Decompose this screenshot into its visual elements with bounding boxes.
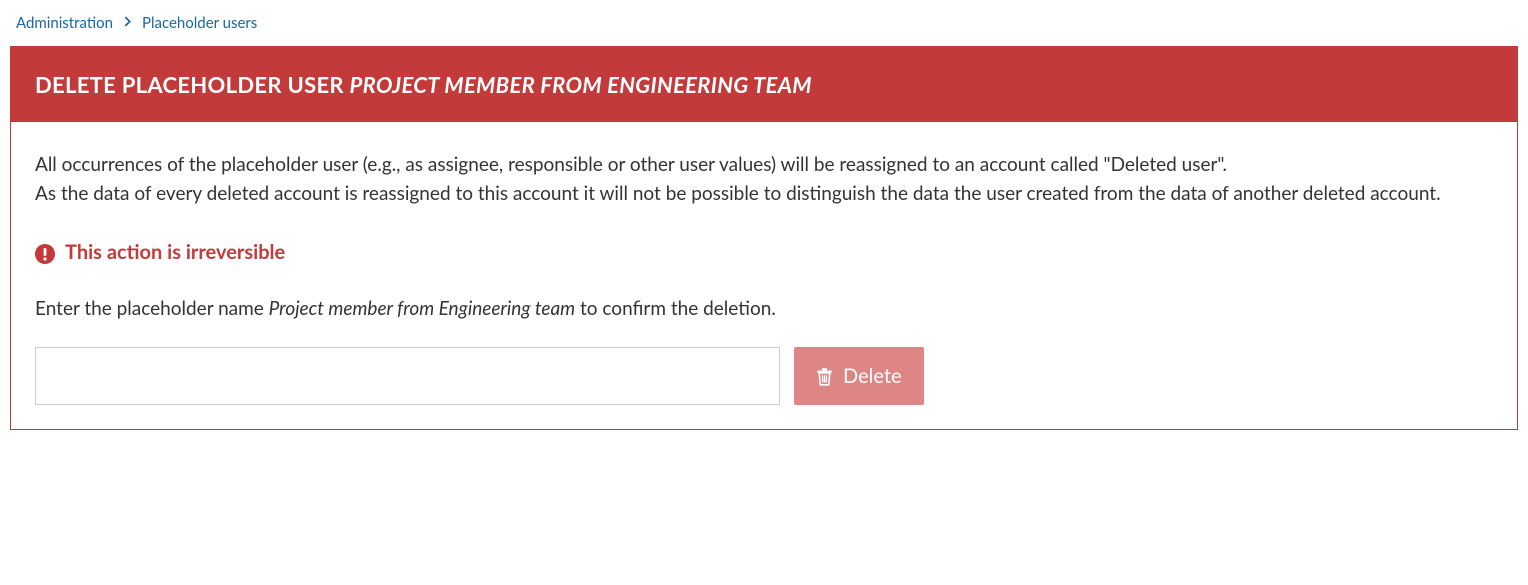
panel-description: All occurrences of the placeholder user … <box>35 150 1493 209</box>
confirm-name: Project member from Engineering team <box>269 297 575 320</box>
confirm-input[interactable] <box>35 347 780 405</box>
panel-title-prefix: DELETE PLACEHOLDER USER <box>35 71 349 98</box>
delete-panel: DELETE PLACEHOLDER USER PROJECT MEMBER F… <box>10 46 1518 430</box>
panel-header: DELETE PLACEHOLDER USER PROJECT MEMBER F… <box>11 47 1517 122</box>
delete-button-label: Delete <box>843 364 902 388</box>
confirm-instruction: Enter the placeholder name Project membe… <box>35 294 1493 323</box>
confirm-suffix: to confirm the deletion. <box>575 297 776 320</box>
warning-line: This action is irreversible <box>35 237 1493 268</box>
breadcrumb-link-placeholder-users[interactable]: Placeholder users <box>142 14 257 32</box>
warning-text: This action is irreversible <box>65 237 285 268</box>
confirm-prefix: Enter the placeholder name <box>35 297 269 320</box>
panel-body: All occurrences of the placeholder user … <box>11 122 1517 429</box>
warning-icon <box>35 242 55 262</box>
trash-icon <box>816 367 833 386</box>
breadcrumb-link-administration[interactable]: Administration <box>16 14 113 32</box>
chevron-right-icon <box>123 16 132 30</box>
action-row: Delete <box>35 347 1493 405</box>
delete-button[interactable]: Delete <box>794 347 924 405</box>
breadcrumb: Administration Placeholder users <box>10 10 1518 46</box>
panel-title-name: PROJECT MEMBER FROM ENGINEERING TEAM <box>349 71 811 98</box>
